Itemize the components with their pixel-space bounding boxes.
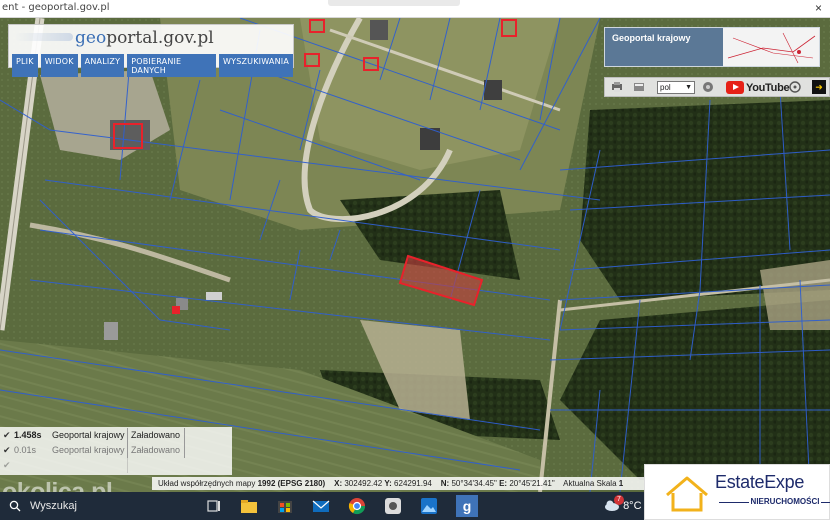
geoportal-logo[interactable]: geoportal.gov.pl [75,28,214,48]
mail-icon[interactable] [312,497,330,515]
scanner-icon[interactable] [633,81,645,93]
brand-name: EstateExpe [715,472,805,492]
svg-text:g: g [463,498,472,514]
arrow-right-icon[interactable]: ➜ [812,80,826,94]
checkmark-icon: ✔ [3,445,11,455]
store-icon[interactable] [276,497,294,515]
load-log: ✔ 1.458s Geoportal krajowy Załadowano ✔ … [0,427,232,475]
brand-subtitle: NIERUCHOMOŚCI [715,497,830,506]
language-select[interactable]: pol ▼ [657,81,695,94]
overview-title: Geoportal krajowy [612,33,691,43]
menu-analizy[interactable]: ANALIZY [80,54,125,77]
taskbar-search[interactable]: Wyszukaj [0,496,190,516]
address-bar[interactable] [328,0,460,6]
screen: ent - geoportal.gov.pl × geoportal.gov.p… [0,0,830,520]
geoportal-header: geoportal.gov.pl PLIK WIDOK ANALIZY POBI… [8,24,294,77]
chrome-icon[interactable] [348,497,366,515]
house-icon [666,476,708,512]
coordinates-bar: Układ współrzędnych mapy 1992 (EPSG 2180… [152,477,652,490]
menu-pobieranie-danych[interactable]: POBIERANIE DANYCH [127,54,217,77]
log-row-faded: ✔ [0,458,232,473]
window-title: ent - geoportal.gov.pl [2,2,110,13]
log-row: ✔ 0.01s Geoportal krajowy Załadowano [0,443,232,458]
weather-widget[interactable]: 7 8°C [604,495,642,512]
menu-widok[interactable]: WIDOK [40,54,78,77]
menu-plik[interactable]: PLIK [12,54,38,77]
estate-expert-logo: EstateExpe NIERUCHOMOŚCI [644,464,830,520]
checkmark-icon: ✔ [3,430,11,440]
log-row: ✔ 1.458s Geoportal krajowy Załadowano [0,428,232,443]
logo-swoosh [15,33,73,41]
chevron-down-icon: ▼ [685,84,692,91]
youtube-link[interactable]: YouTube [726,81,790,94]
menu-wyszukiwania[interactable]: WYSZUKIWANIA [219,54,293,77]
youtube-play-icon [726,81,744,94]
photos-icon[interactable] [420,497,438,515]
compass-icon[interactable] [789,81,801,93]
main-menu: PLIK WIDOK ANALIZY POBIERANIE DANYCH WYS… [12,54,293,77]
search-icon [9,500,21,512]
overview-panel[interactable]: Geoportal krajowy [604,27,820,67]
file-explorer-icon[interactable] [240,497,258,515]
print-icon[interactable] [611,81,623,93]
app-icon[interactable] [384,497,402,515]
globe-icon[interactable] [702,81,714,93]
checkmark-icon: ✔ [3,460,11,470]
close-icon[interactable]: × [815,1,822,15]
task-view-icon[interactable] [205,497,223,515]
geoportal-app-icon[interactable]: g [456,495,478,517]
map-toolbar: pol ▼ YouTube ➜ [604,77,830,97]
browser-title-bar: ent - geoportal.gov.pl × [0,0,830,18]
overview-minimap[interactable] [723,28,819,66]
